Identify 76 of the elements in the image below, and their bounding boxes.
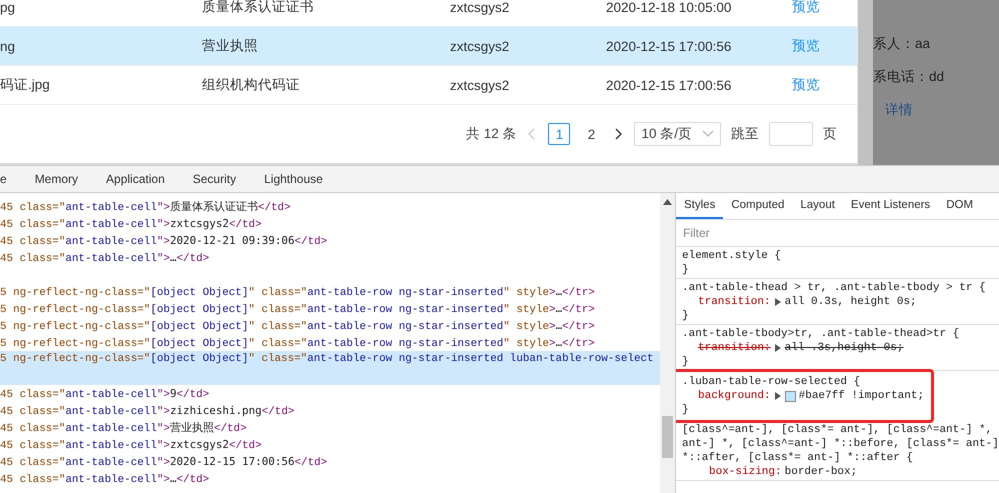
css-selector: *::after, [class*= ant-] *::after { <box>682 451 914 465</box>
styles-tab[interactable]: Computed <box>723 193 792 219</box>
code-line[interactable]: 45 class="ant-table-cell">9</td> <box>0 385 660 402</box>
table-cell-text: pg <box>0 0 16 14</box>
property-name: background: <box>698 389 771 403</box>
page-unit-label: 页 <box>823 125 837 143</box>
css-selector: .luban-table-row-selected { <box>682 375 862 389</box>
table-cell-text: 质量体系认证证书 <box>202 0 315 16</box>
code-line[interactable]: 45 class="ant-table-cell">…</td> <box>0 249 660 266</box>
code-line[interactable]: 45 class="ant-table-cell">2020-12-21 09:39:06</td> <box>0 232 660 249</box>
page-size-select[interactable]: 10 条/页 <box>634 122 721 146</box>
closing-brace: } <box>682 309 690 323</box>
property-name: box-sizing: <box>709 465 782 479</box>
code-line[interactable]: 45 class="ant-table-cell">zxtcsgys2</td> <box>0 215 660 232</box>
expand-icon[interactable] <box>774 344 782 352</box>
field-value: aa <box>915 36 930 51</box>
styles-tab[interactable]: Styles <box>676 193 724 219</box>
devtools-tab[interactable]: Security <box>192 172 236 186</box>
property-name: transition: <box>698 341 771 355</box>
styles-tab[interactable]: Event Listeners <box>842 193 938 219</box>
expand-icon[interactable] <box>774 298 782 306</box>
css-selector: .ant-table-thead > tr, .ant-table-tbody > tr { <box>682 281 987 295</box>
table-cell-text: 营业执照 <box>202 37 259 55</box>
closing-brace: } <box>682 403 690 417</box>
css-selector: .ant-table-tbody>tr, .ant-table-thead>tr { <box>682 327 960 341</box>
table-row[interactable]: 码证.jpg 组织机构代码证 zxtcsgys2 2020-12-15 17:00:56 预览 <box>0 66 857 105</box>
caret-icon <box>702 130 714 138</box>
closing-brace: } <box>682 355 690 369</box>
styles-tab[interactable]: Layout <box>792 193 843 219</box>
table-cell-text: ng <box>0 38 16 54</box>
styles-tab[interactable]: DOM <box>938 193 974 219</box>
page-size-value: 10 条/页 <box>641 125 692 143</box>
table-cell-text: 2020-12-15 17:00:56 <box>606 78 732 92</box>
table-cell-text: zxtcsgys2 <box>450 0 510 14</box>
code-line[interactable]: 5 ng-reflect-ng-class="[object Object]" class="ant-table-row ng-star-inserted" style>…</tr> <box>0 300 660 317</box>
table-cell-text: zxtcsgys2 <box>450 38 510 54</box>
table-cell-text: zxtcsgys2 <box>450 78 510 92</box>
code-line[interactable]: 5 ng-reflect-ng-class="[object Object]" class="ant-table-row ng-star-inserted" style>…</tr> <box>0 334 660 351</box>
table-cell-text: 2020-12-15 17:00:56 <box>606 38 732 54</box>
code-line[interactable]: 45 class="ant-table-cell">zxtcsgys2</td> <box>0 436 660 453</box>
scroll-up-icon[interactable] <box>663 199 672 205</box>
selected-row[interactable]: ng 营业执照 zxtcsgys2 2020-12-15 17:00:56 预览 <box>0 27 857 66</box>
field-value: dd <box>929 69 944 84</box>
property-value: all .3s,height 0s; <box>784 341 904 355</box>
code-line[interactable]: 45 class="ant-table-cell">…</td> <box>0 470 660 487</box>
property-value: border-box; <box>784 465 858 479</box>
code-line[interactable]: 5 ng-reflect-ng-class="[object Object]" class="ant-table-row ng-star-inserted" style>…</tr> <box>0 317 660 334</box>
field-label: 系人： <box>873 34 915 52</box>
code-line[interactable]: 45 class="ant-table-cell">2020-12-15 17:00:56</td> <box>0 453 660 470</box>
code-line[interactable]: 5 ng-reflect-ng-class="[object Object]" class="ant-table-row ng-star-inserted" style>…</tr> <box>0 283 660 300</box>
field-label: 系电话： <box>873 68 929 86</box>
devtools-tab[interactable]: Application <box>106 172 165 186</box>
devtools-tab[interactable]: Lighthouse <box>264 172 323 186</box>
code-line[interactable]: 45 class="ant-table-cell">质量体系认证证书</td> <box>0 198 660 215</box>
table-cell-text: 组织机构代码证 <box>202 76 301 94</box>
devtools-tab[interactable]: e <box>0 172 7 186</box>
property-value: all 0.3s, height 0s; <box>784 295 917 309</box>
expand-icon[interactable] <box>774 392 782 400</box>
scroll-thumb[interactable] <box>662 416 673 458</box>
css-selector: [class^=ant-], [class*= ant-], [class^=ant-] *, <box>682 423 994 437</box>
color-swatch[interactable] <box>784 390 796 402</box>
table-cell-text: 2020-12-18 10:05:00 <box>606 0 732 14</box>
page-scrollbar[interactable] <box>858 0 873 165</box>
devtools-tab[interactable]: Memory <box>34 172 78 186</box>
closing-brace: } <box>682 263 690 277</box>
jump-label: 跳至 <box>731 125 759 143</box>
property-name: transition: <box>698 295 771 309</box>
code-line[interactable]: 45 class="ant-table-cell">营业执照</td> <box>0 419 660 436</box>
table-cell-text: 码证.jpg <box>0 76 51 94</box>
css-selector: ant-] *, [class^=ant-] *::before, [class*= ant-] <box>682 437 999 451</box>
total-count: 共 12 条 <box>466 125 516 143</box>
property-value: #bae7ff !important; <box>798 389 924 403</box>
page-jump-field[interactable] <box>769 122 813 146</box>
css-selector: element.style { <box>682 249 782 263</box>
scrollbar[interactable] <box>660 193 675 493</box>
code-line[interactable]: 45 class="ant-table-cell">zizhiceshi.png</td> <box>0 402 660 419</box>
